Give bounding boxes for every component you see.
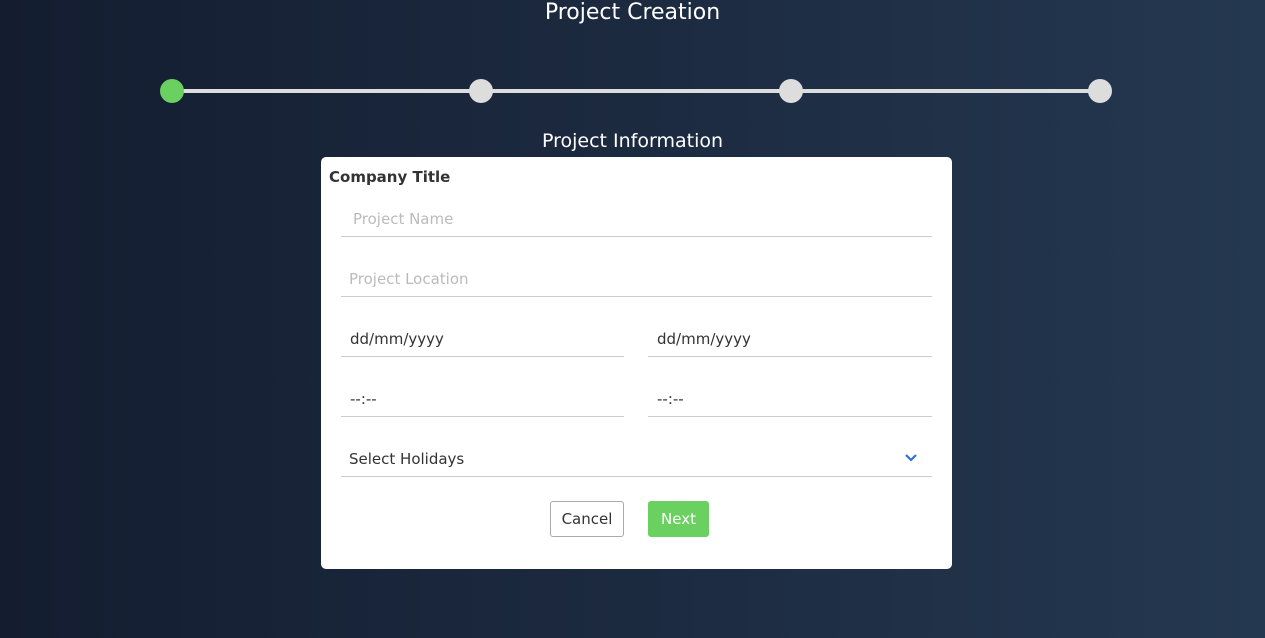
page-title: Project Creation [544,0,721,25]
project-location-input[interactable]: Project Location [341,261,932,297]
section-title: Project Information [541,130,724,152]
holidays-select-label: Select Holidays [349,450,465,468]
chevron-down-icon [904,441,918,477]
step-1[interactable] [160,79,184,103]
step-4[interactable] [1088,79,1112,103]
progress-stepper [160,79,1112,103]
stepper-track [172,89,1100,93]
start-time-input[interactable]: --:-- [341,381,624,417]
start-date-input[interactable]: dd/mm/yyyy [341,321,624,357]
cancel-button[interactable]: Cancel [550,501,624,537]
project-name-input[interactable]: Project Name [341,201,932,237]
end-time-input[interactable]: --:-- [648,381,932,417]
company-title: Company Title [329,168,451,186]
end-date-input[interactable]: dd/mm/yyyy [648,321,932,357]
holidays-select[interactable]: Select Holidays [341,441,932,477]
project-form-card: Company Title Project Name Project Locat… [321,157,952,569]
step-3[interactable] [779,79,803,103]
step-2[interactable] [469,79,493,103]
next-button[interactable]: Next [648,501,709,537]
